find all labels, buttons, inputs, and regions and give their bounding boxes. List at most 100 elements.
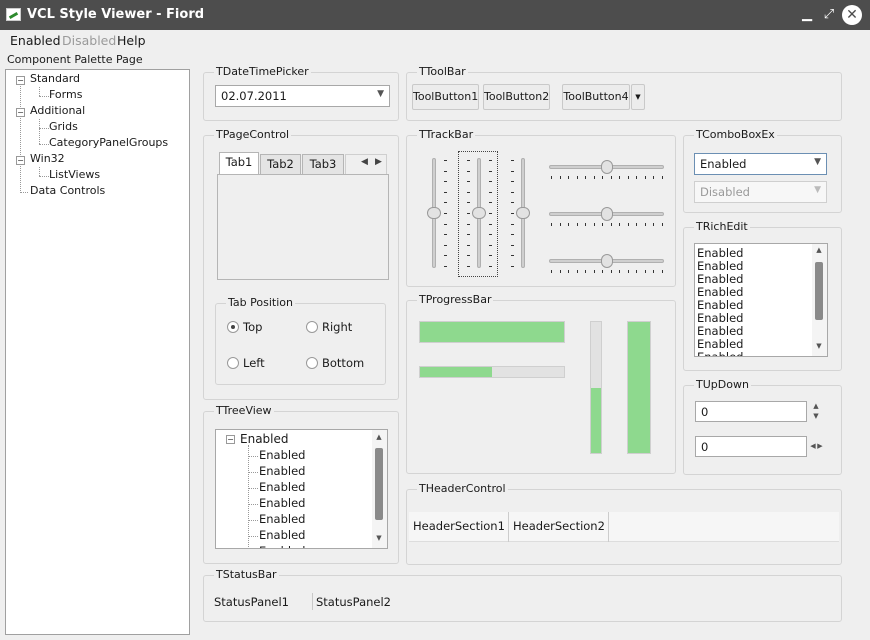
updown-down-icon[interactable]: ▼	[811, 412, 821, 420]
tick-mark	[551, 176, 552, 179]
close-button[interactable]: ✕	[842, 5, 862, 25]
tree-connector	[39, 144, 49, 145]
app-icon	[6, 8, 21, 21]
treeview-box[interactable]: − Enabled Enabled Enabled Enabled Enabled En…	[215, 429, 388, 549]
tick-mark	[662, 223, 663, 226]
scroll-down-icon[interactable]: ▼	[374, 534, 384, 542]
scroll-up-icon[interactable]: ▲	[814, 246, 824, 254]
tick-mark	[511, 244, 514, 246]
tree-connector	[39, 96, 49, 97]
palette-item-forms[interactable]: Forms	[49, 88, 82, 101]
palette-item-additional[interactable]: Additional	[30, 104, 85, 117]
tick-mark	[644, 270, 646, 273]
updown-group: TUpDown 0 ▲ ▼ 0 ◀ ▶	[683, 378, 842, 475]
palette-item-standard[interactable]: Standard	[30, 72, 80, 85]
tree-connector	[248, 488, 258, 489]
radio-left[interactable]	[227, 357, 239, 369]
trackbar-thumb[interactable]	[600, 207, 613, 221]
trackbar-thumb[interactable]	[600, 254, 613, 268]
tick-mark	[467, 181, 470, 183]
updown-right-icon[interactable]: ▶	[815, 442, 825, 450]
menu-enabled[interactable]: Enabled	[10, 33, 61, 48]
collapse-icon[interactable]: −	[226, 435, 235, 444]
tick-mark	[653, 270, 655, 273]
toolbutton-2[interactable]: ToolButton2	[483, 84, 550, 110]
pagecontrol-group: TPageControl Tab1 Tab2 Tab3 ◀ ▶ Tab Posi…	[203, 128, 399, 400]
tick-mark	[576, 270, 578, 273]
treeview-scrollbar[interactable]: ▲ ▼	[372, 430, 387, 548]
tree-root[interactable]: Enabled	[240, 432, 289, 446]
palette-item-win32[interactable]: Win32	[30, 152, 65, 165]
menu-disabled[interactable]: Disabled	[62, 33, 116, 48]
tab-scroll-left-icon[interactable]: ◀	[361, 157, 368, 167]
scroll-thumb[interactable]	[815, 262, 823, 320]
minimize-button[interactable]: ▁	[797, 5, 817, 25]
toolbutton-1[interactable]: ToolButton1	[412, 84, 479, 110]
tick-mark	[610, 270, 612, 273]
tree-child[interactable]: Enabled	[259, 448, 305, 462]
updown-input-1[interactable]: 0	[695, 401, 807, 422]
tick-mark	[467, 266, 470, 267]
tree-child[interactable]: Enabled	[259, 480, 305, 494]
tick-mark	[444, 202, 447, 204]
richedit-box[interactable]: Enabled Enabled Enabled Enabled Enabled Enabl…	[694, 243, 828, 357]
updown-caption: TUpDown	[694, 378, 751, 391]
maximize-button[interactable]: ⤢	[819, 5, 839, 25]
comboboxex-enabled[interactable]: Enabled ▼	[694, 153, 827, 175]
tab-scroll-right-icon[interactable]: ▶	[375, 157, 382, 167]
trackbar-thumb[interactable]	[516, 207, 530, 219]
chevron-down-icon[interactable]: ▼	[814, 157, 821, 167]
collapse-icon[interactable]: −	[16, 108, 25, 117]
header-section-2[interactable]: HeaderSection2	[509, 512, 609, 542]
radio-bottom[interactable]	[306, 357, 318, 369]
tab-3[interactable]: Tab3	[302, 154, 344, 174]
toolbutton-dropdown-icon[interactable]: ▼	[631, 84, 645, 110]
tree-child[interactable]: Enabled	[259, 544, 305, 548]
updown-up-icon[interactable]: ▲	[811, 402, 821, 410]
tick-mark	[444, 266, 447, 267]
richedit-scrollbar[interactable]: ▲ ▼	[812, 244, 827, 356]
scroll-down-icon[interactable]: ▼	[814, 342, 824, 350]
tick-mark	[610, 176, 612, 179]
scroll-thumb[interactable]	[375, 448, 383, 520]
trackbar-caption: TTrackBar	[417, 128, 476, 141]
updown-input-2[interactable]: 0	[695, 436, 807, 457]
palette-item-categorypanelgroups[interactable]: CategoryPanelGroups	[49, 136, 168, 149]
trackbar-thumb[interactable]	[600, 160, 613, 174]
tab-1[interactable]: Tab1	[219, 152, 259, 174]
tick-mark	[489, 181, 492, 183]
radio-right[interactable]	[306, 321, 318, 333]
tree-child[interactable]: Enabled	[259, 496, 305, 510]
tick-mark	[444, 244, 447, 246]
palette-item-data-controls[interactable]: Data Controls	[30, 184, 105, 197]
tick-mark	[511, 223, 514, 225]
header-section-1[interactable]: HeaderSection1	[409, 512, 509, 542]
tick-mark	[636, 223, 638, 226]
scroll-up-icon[interactable]: ▲	[374, 433, 384, 441]
tick-mark	[662, 270, 663, 273]
menu-help[interactable]: Help	[117, 33, 146, 48]
richedit-line: Enabled	[697, 350, 744, 357]
palette-item-grids[interactable]: Grids	[49, 120, 78, 133]
page-control: Tab1 Tab2 Tab3 ◀ ▶	[217, 152, 389, 280]
palette-tree[interactable]: − Standard Forms − Additional Grids CategoryPa…	[5, 69, 190, 635]
tree-connector	[248, 472, 258, 473]
collapse-icon[interactable]: −	[16, 156, 25, 165]
tree-child[interactable]: Enabled	[259, 528, 305, 542]
tick-mark	[444, 160, 447, 161]
trackbar-thumb[interactable]	[472, 207, 486, 219]
palette-item-listviews[interactable]: ListViews	[49, 168, 100, 181]
tick-mark	[511, 266, 514, 267]
collapse-icon[interactable]: −	[16, 76, 25, 85]
date-picker-input[interactable]: 02.07.2011 ▼	[215, 85, 390, 107]
toolbutton-4[interactable]: ToolButton4	[562, 84, 630, 110]
tree-child[interactable]: Enabled	[259, 512, 305, 526]
radio-top[interactable]	[227, 321, 239, 333]
trackbar-thumb[interactable]	[427, 207, 441, 219]
tick-mark	[593, 223, 595, 226]
tree-child[interactable]: Enabled	[259, 464, 305, 478]
tab-2[interactable]: Tab2	[260, 154, 301, 174]
tick-mark	[511, 160, 514, 161]
chevron-down-icon[interactable]: ▼	[377, 89, 384, 99]
comboboxex-disabled-value: Disabled	[700, 185, 750, 199]
